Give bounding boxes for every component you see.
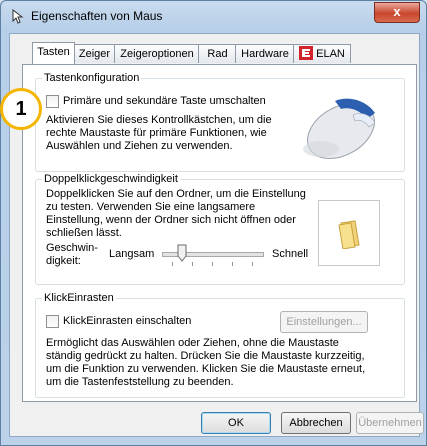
tab-label: Rad bbox=[207, 48, 228, 60]
doppelklick-group: Doppelklickgeschwindigkeit Doppelklicken… bbox=[35, 173, 405, 285]
slider-tick bbox=[212, 262, 213, 266]
tab-elan[interactable]: ELAN bbox=[293, 44, 351, 63]
tab-zeigeroptionen[interactable]: Zeigeroptionen bbox=[114, 44, 200, 63]
elan-icon bbox=[299, 46, 314, 60]
title-bar[interactable]: Eigenschaften von Maus x bbox=[1, 1, 426, 31]
tab-label: ELAN bbox=[316, 48, 345, 60]
test-folder-area[interactable] bbox=[318, 200, 380, 266]
clicklock-settings-button[interactable]: Einstellungen... bbox=[280, 311, 368, 333]
slider-tick bbox=[252, 262, 253, 266]
folder-icon bbox=[338, 220, 360, 249]
clicklock-description: Ermöglicht das Auswählen oder Ziehen, oh… bbox=[46, 337, 366, 388]
window-title: Eigenschaften von Maus bbox=[31, 9, 163, 23]
cancel-button[interactable]: Abbrechen bbox=[281, 412, 351, 434]
close-icon: x bbox=[393, 4, 401, 19]
swap-buttons-description: Aktivieren Sie dieses Kontrollkästchen, … bbox=[46, 114, 272, 152]
ok-button[interactable]: OK bbox=[201, 412, 271, 434]
klickeinrasten-group: KlickEinrasten KlickEinrasten einschalte… bbox=[35, 292, 405, 398]
slider-thumb[interactable] bbox=[177, 244, 187, 262]
tab-label: Zeigeroptionen bbox=[120, 48, 194, 60]
tab-zeiger[interactable]: Zeiger bbox=[73, 44, 116, 63]
tab-label: Tasten bbox=[37, 46, 70, 58]
swap-buttons-checkbox[interactable] bbox=[46, 95, 59, 108]
doppelklick-description: Doppelklicken Sie auf den Ordner, um die… bbox=[46, 188, 306, 239]
tasten-tab-panel: Tastenkonfiguration Primäre und sekundär… bbox=[22, 64, 417, 402]
fast-label: Schnell bbox=[272, 248, 309, 260]
group-title: Tastenkonfiguration bbox=[42, 72, 142, 84]
slider-tick bbox=[172, 262, 173, 266]
group-title: Doppelklickgeschwindigkeit bbox=[42, 173, 180, 185]
close-button[interactable]: x bbox=[374, 2, 420, 23]
mouse-icon bbox=[303, 98, 376, 159]
clicklock-checkbox[interactable] bbox=[46, 315, 59, 328]
slider-tick bbox=[192, 262, 193, 266]
tastenkonfiguration-group: Tastenkonfiguration Primäre und sekundär… bbox=[35, 72, 405, 172]
step-number-badge: 1 bbox=[0, 88, 42, 130]
clicklock-label[interactable]: KlickEinrasten einschalten bbox=[63, 315, 191, 328]
slow-label: Langsam bbox=[109, 248, 155, 260]
tab-rad[interactable]: Rad bbox=[198, 44, 237, 63]
swap-buttons-label[interactable]: Primäre und sekundäre Taste umschalten bbox=[63, 95, 266, 108]
tab-label: Hardware bbox=[241, 48, 289, 60]
tab-hardware[interactable]: Hardware bbox=[235, 44, 295, 63]
group-title: KlickEinrasten bbox=[42, 292, 116, 304]
slider-tick bbox=[232, 262, 233, 266]
speed-label: Geschwin- digkeit: bbox=[46, 242, 98, 267]
tab-tasten[interactable]: Tasten bbox=[32, 42, 75, 64]
tab-label: Zeiger bbox=[78, 48, 111, 60]
mouse-pointer-icon bbox=[12, 8, 24, 24]
apply-button[interactable]: Übernehmen bbox=[356, 412, 424, 434]
